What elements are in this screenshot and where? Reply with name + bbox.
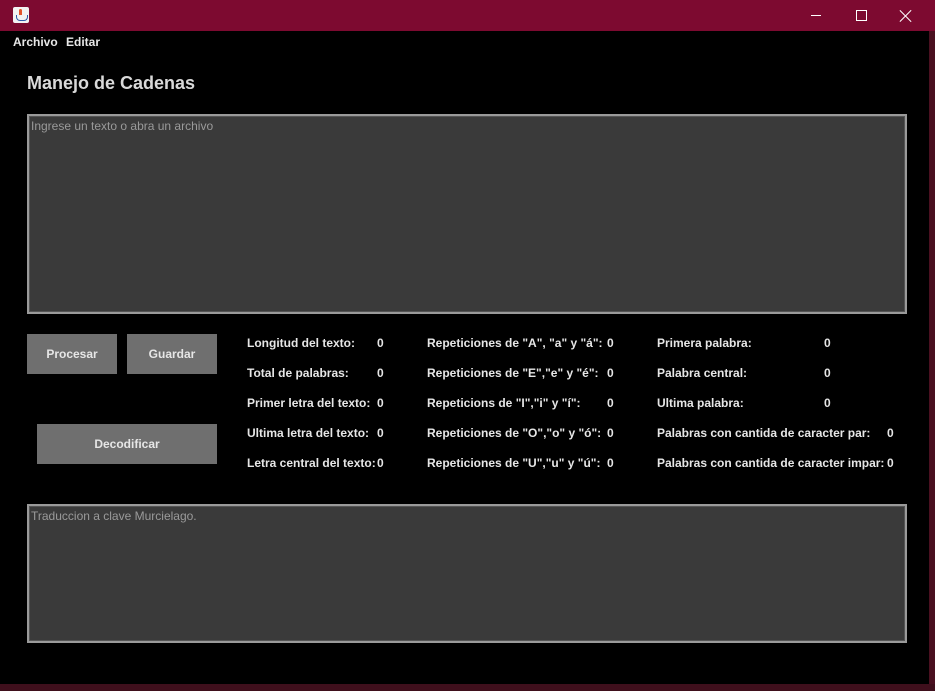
window-frame-right [929, 31, 935, 691]
menu-editar[interactable]: Editar [66, 35, 100, 49]
palabra-central-label: Palabra central: [657, 366, 748, 380]
repeticiones-i-label: Repeticions de "I","i" y "í": [427, 396, 581, 410]
repeticiones-i-value: 0 [607, 396, 614, 410]
decodificar-button[interactable]: Decodificar [37, 424, 217, 464]
palabras-impar-value: 0 [887, 456, 894, 470]
menu-bar: Archivo Editar [0, 31, 929, 53]
longitud-value: 0 [377, 336, 384, 350]
guardar-button[interactable]: Guardar [127, 334, 217, 374]
repeticiones-o-label: Repeticiones de "O","o" y "ó": [427, 426, 602, 440]
repeticiones-a-value: 0 [607, 336, 614, 350]
ultima-palabra-value: 0 [824, 396, 831, 410]
maximize-button[interactable] [838, 0, 884, 31]
primer-letra-label: Primer letra del texto: [247, 396, 371, 410]
ultima-letra-label: Ultima letra del texto: [247, 426, 370, 440]
letra-central-value: 0 [377, 456, 384, 470]
letra-central-label: Letra central del texto: [247, 456, 376, 470]
menu-archivo[interactable]: Archivo [13, 35, 58, 49]
minimize-icon [811, 15, 821, 16]
repeticiones-e-value: 0 [607, 366, 614, 380]
procesar-button[interactable]: Procesar [27, 334, 117, 374]
primer-letra-value: 0 [377, 396, 384, 410]
output-text-area-container [27, 504, 907, 643]
title-bar[interactable] [0, 0, 935, 31]
repeticiones-u-label: Repeticiones de "U","u" y "ú": [427, 456, 601, 470]
java-icon [13, 7, 29, 23]
total-palabras-value: 0 [377, 366, 384, 380]
primera-palabra-label: Primera palabra: [657, 336, 752, 350]
maximize-icon [855, 10, 867, 21]
close-button[interactable] [883, 0, 929, 31]
palabras-par-label: Palabras con cantida de caracter par: [657, 426, 871, 440]
repeticiones-a-label: Repeticiones de "A", "a" y "á": [427, 336, 603, 350]
repeticiones-o-value: 0 [607, 426, 614, 440]
longitud-label: Longitud del texto: [247, 336, 355, 350]
palabra-central-value: 0 [824, 366, 831, 380]
ultima-letra-value: 0 [377, 426, 384, 440]
page-title: Manejo de Cadenas [27, 73, 196, 93]
window-frame-bottom [0, 684, 935, 691]
palabras-impar-label: Palabras con cantida de caracter impar: [657, 456, 885, 470]
app-window: Archivo Editar Manejo de Cadenas Procesa… [0, 0, 935, 691]
repeticiones-u-value: 0 [607, 456, 614, 470]
total-palabras-label: Total de palabras: [247, 366, 349, 380]
ultima-palabra-label: Ultima palabra: [657, 396, 744, 410]
close-icon [900, 10, 912, 22]
repeticiones-e-label: Repeticiones de "E","e" y "é": [427, 366, 599, 380]
minimize-button[interactable] [793, 0, 839, 31]
primera-palabra-value: 0 [824, 336, 831, 350]
output-text-area[interactable] [29, 506, 905, 641]
input-text-area-container [27, 114, 907, 314]
input-text-area[interactable] [29, 116, 905, 312]
palabras-par-value: 0 [887, 426, 894, 440]
